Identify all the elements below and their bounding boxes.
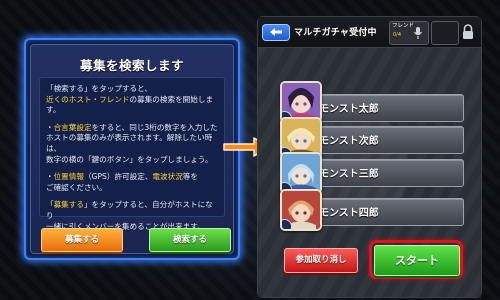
desc-line: ・合言葉設定をすると、同じ3桁の数字を入力した (46, 122, 218, 132)
search-dialog: 募集を検索します 「検索する」をタップすると、 近くのホスト・フレンドの募集の検… (24, 38, 240, 260)
top-bar: マルチガチャ受付中 フレンド 0/4 (258, 17, 481, 48)
status-pin (282, 219, 292, 229)
desc-line: 近くのホスト・フレンドの募集の検索を開始します。 (46, 94, 214, 115)
friend-label: フレンド (392, 23, 415, 29)
avatar (280, 189, 322, 231)
dialog-title: 募集を検索します (79, 58, 184, 73)
desc-line: ご確認ください。 (46, 182, 107, 192)
friend-slot[interactable]: フレンド 0/4 (389, 21, 429, 45)
screen-title: マルチガチャ受付中 (294, 28, 377, 38)
desc-line: 「検索する」をタップすると、 (46, 84, 153, 93)
player-name: モンスト太郎 (319, 104, 379, 115)
desc-line: 数字の横の「鍵のボタン」をタップしましょう。 (46, 154, 213, 164)
search-button[interactable]: 検索する (149, 228, 231, 252)
multi-gacha-screen: マルチガチャ受付中 フレンド 0/4 モンスト太郎 モンスト次郎 モンスト三郎 … (257, 16, 482, 298)
lock-icon[interactable] (461, 24, 475, 40)
friend-count: 0/4 (393, 32, 402, 38)
mic-icon (414, 27, 422, 39)
start-button[interactable]: スタート (374, 245, 460, 276)
recruit-button[interactable]: 募集する (41, 228, 123, 252)
cancel-join-button[interactable]: 参加取り消し (284, 248, 358, 273)
back-button[interactable] (262, 24, 290, 41)
avatar (280, 152, 322, 194)
player-name: モンスト次郎 (319, 136, 379, 147)
number-slot[interactable] (431, 21, 459, 45)
desc-line: ・位置情報（GPS）許可設定、電波状況等を (46, 172, 198, 182)
player-name: モンスト三郎 (319, 169, 379, 180)
desc-line: ホストの募集のみが表示されます。解除したい時は、 (46, 133, 213, 153)
search-dialog-inner: 募集を検索します 「検索する」をタップすると、 近くのホスト・フレンドの募集の検… (30, 44, 234, 254)
player-name: モンスト四郎 (319, 208, 379, 219)
back-arrow-icon (270, 28, 282, 36)
desc-line: 「募集する」をタップすると、自分がホストになり (46, 200, 213, 220)
dialog-description: 「検索する」をタップすると、 近くのホスト・フレンドの募集の検索を開始します。 … (39, 77, 225, 231)
